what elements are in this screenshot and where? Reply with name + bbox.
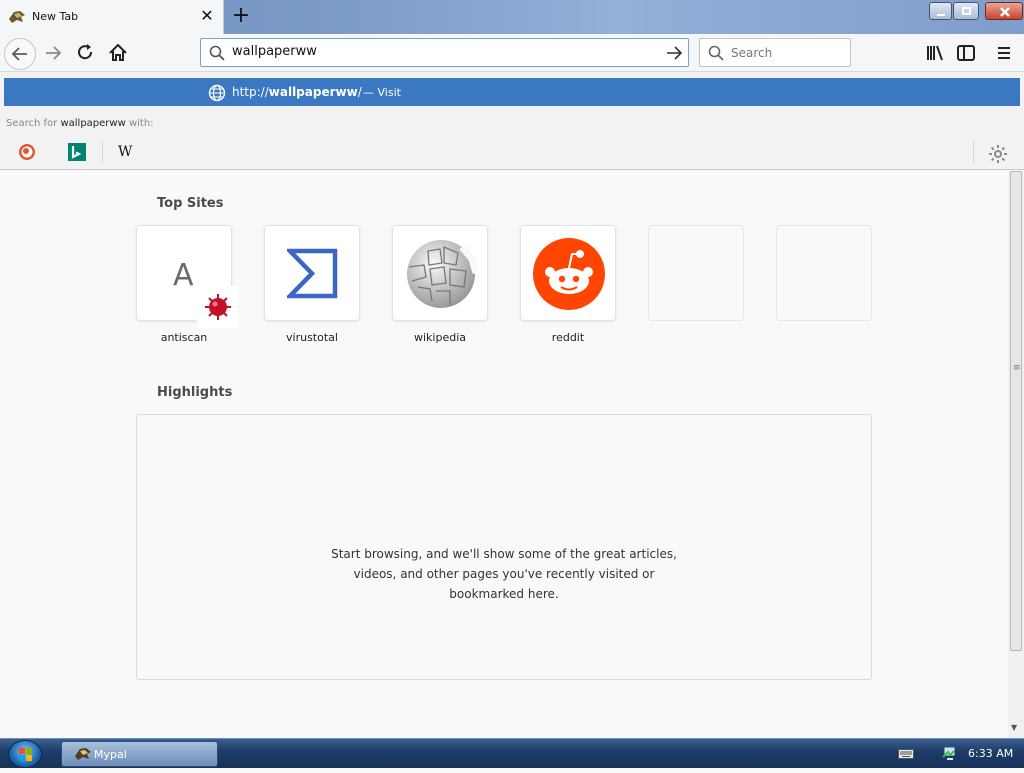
reddit-icon (533, 238, 605, 310)
network-icon[interactable] (940, 746, 958, 762)
start-button[interactable] (8, 740, 42, 768)
maximize-icon[interactable] (953, 2, 979, 20)
back-arrow-icon[interactable] (4, 38, 36, 70)
taskbar: Mypal 6:33 AM (0, 738, 1024, 768)
top-site-antiscan[interactable]: A (136, 225, 239, 328)
hamburger-menu-icon[interactable] (990, 40, 1018, 66)
highlights-empty-state: Start browsing, and we'll show some of t… (136, 414, 872, 680)
top-site-empty-slot (648, 225, 744, 321)
gear-icon[interactable] (988, 144, 1008, 164)
tab-new-tab[interactable]: New Tab ✕ (0, 0, 224, 34)
highlights-title: Highlights (157, 385, 233, 400)
minimize-icon[interactable] (929, 2, 952, 20)
taskbar-mypal-button[interactable]: Mypal (61, 741, 218, 767)
scrollbar-grip: ≡ (1013, 363, 1021, 373)
close-icon[interactable] (985, 2, 1023, 20)
search-icon (209, 45, 225, 61)
search-placeholder: Search (731, 46, 773, 60)
highlights-message: Start browsing, and we'll show some of t… (331, 547, 677, 601)
url-input[interactable] (232, 44, 632, 59)
tab-title: New Tab (32, 10, 79, 23)
top-site-reddit[interactable] (520, 225, 616, 321)
vertical-scrollbar[interactable]: ≡ ▼ (1008, 171, 1024, 738)
top-site-label: reddit (551, 331, 585, 344)
search-icon (708, 45, 724, 61)
top-site-virustotal[interactable] (264, 225, 360, 321)
taskbar-clock: 6:33 AM (968, 747, 1014, 760)
tab-close-icon[interactable]: ✕ (199, 7, 215, 25)
new-tab-page: Top Sites A antiscan virustotal wikipedi… (0, 171, 1008, 738)
wikipedia-globe-icon (407, 240, 478, 308)
url-bar[interactable] (200, 38, 689, 67)
one-off-search-engines: W (0, 136, 1024, 166)
duckduckgo-icon[interactable] (17, 142, 37, 162)
go-arrow-icon[interactable] (665, 45, 683, 61)
suggestion-visit-row[interactable]: http://wallpaperww/ — Visit (4, 78, 1020, 106)
scrollbar-thumb[interactable]: ≡ (1010, 171, 1022, 651)
forward-arrow-icon[interactable] (40, 40, 68, 66)
new-tab-button[interactable]: + (231, 5, 251, 27)
home-icon[interactable] (104, 40, 132, 66)
mypal-icon (75, 748, 91, 760)
engine-divider (973, 141, 974, 163)
sidebar-icon[interactable] (952, 40, 980, 66)
mypal-favicon-icon (9, 11, 25, 23)
virustotal-icon (287, 248, 338, 299)
bing-icon[interactable] (67, 142, 87, 162)
navigation-toolbar: Search (0, 34, 1024, 72)
top-site-label: antiscan (160, 331, 208, 344)
engine-divider (102, 141, 103, 163)
top-sites-title: Top Sites (157, 196, 224, 211)
suggestion-url: http://wallpaperww/ (232, 85, 362, 99)
antiscan-favicon-icon (197, 286, 239, 328)
title-bar: New Tab ✕ + (0, 0, 1024, 34)
search-bar[interactable]: Search (699, 38, 851, 67)
globe-icon (208, 84, 226, 102)
top-site-label: virustotal (286, 331, 338, 344)
site-letter: A (173, 258, 194, 293)
wikipedia-icon[interactable]: W (118, 142, 138, 162)
scroll-down-arrow-icon[interactable]: ▼ (1011, 723, 1017, 732)
top-site-empty-slot (776, 225, 872, 321)
top-site-wikipedia[interactable] (392, 225, 488, 321)
search-for-label: Search for wallpaperww with: (6, 118, 154, 129)
keyboard-icon[interactable] (898, 748, 914, 760)
url-suggestion-popup: http://wallpaperww/ — Visit Search for w… (0, 72, 1024, 170)
suggestion-action: — Visit (363, 86, 401, 99)
reload-icon[interactable] (72, 40, 100, 66)
top-site-label: wikipedia (413, 331, 466, 344)
windows-logo-icon (19, 748, 32, 761)
library-icon[interactable] (921, 40, 949, 66)
taskbar-app-label: Mypal (94, 748, 127, 761)
